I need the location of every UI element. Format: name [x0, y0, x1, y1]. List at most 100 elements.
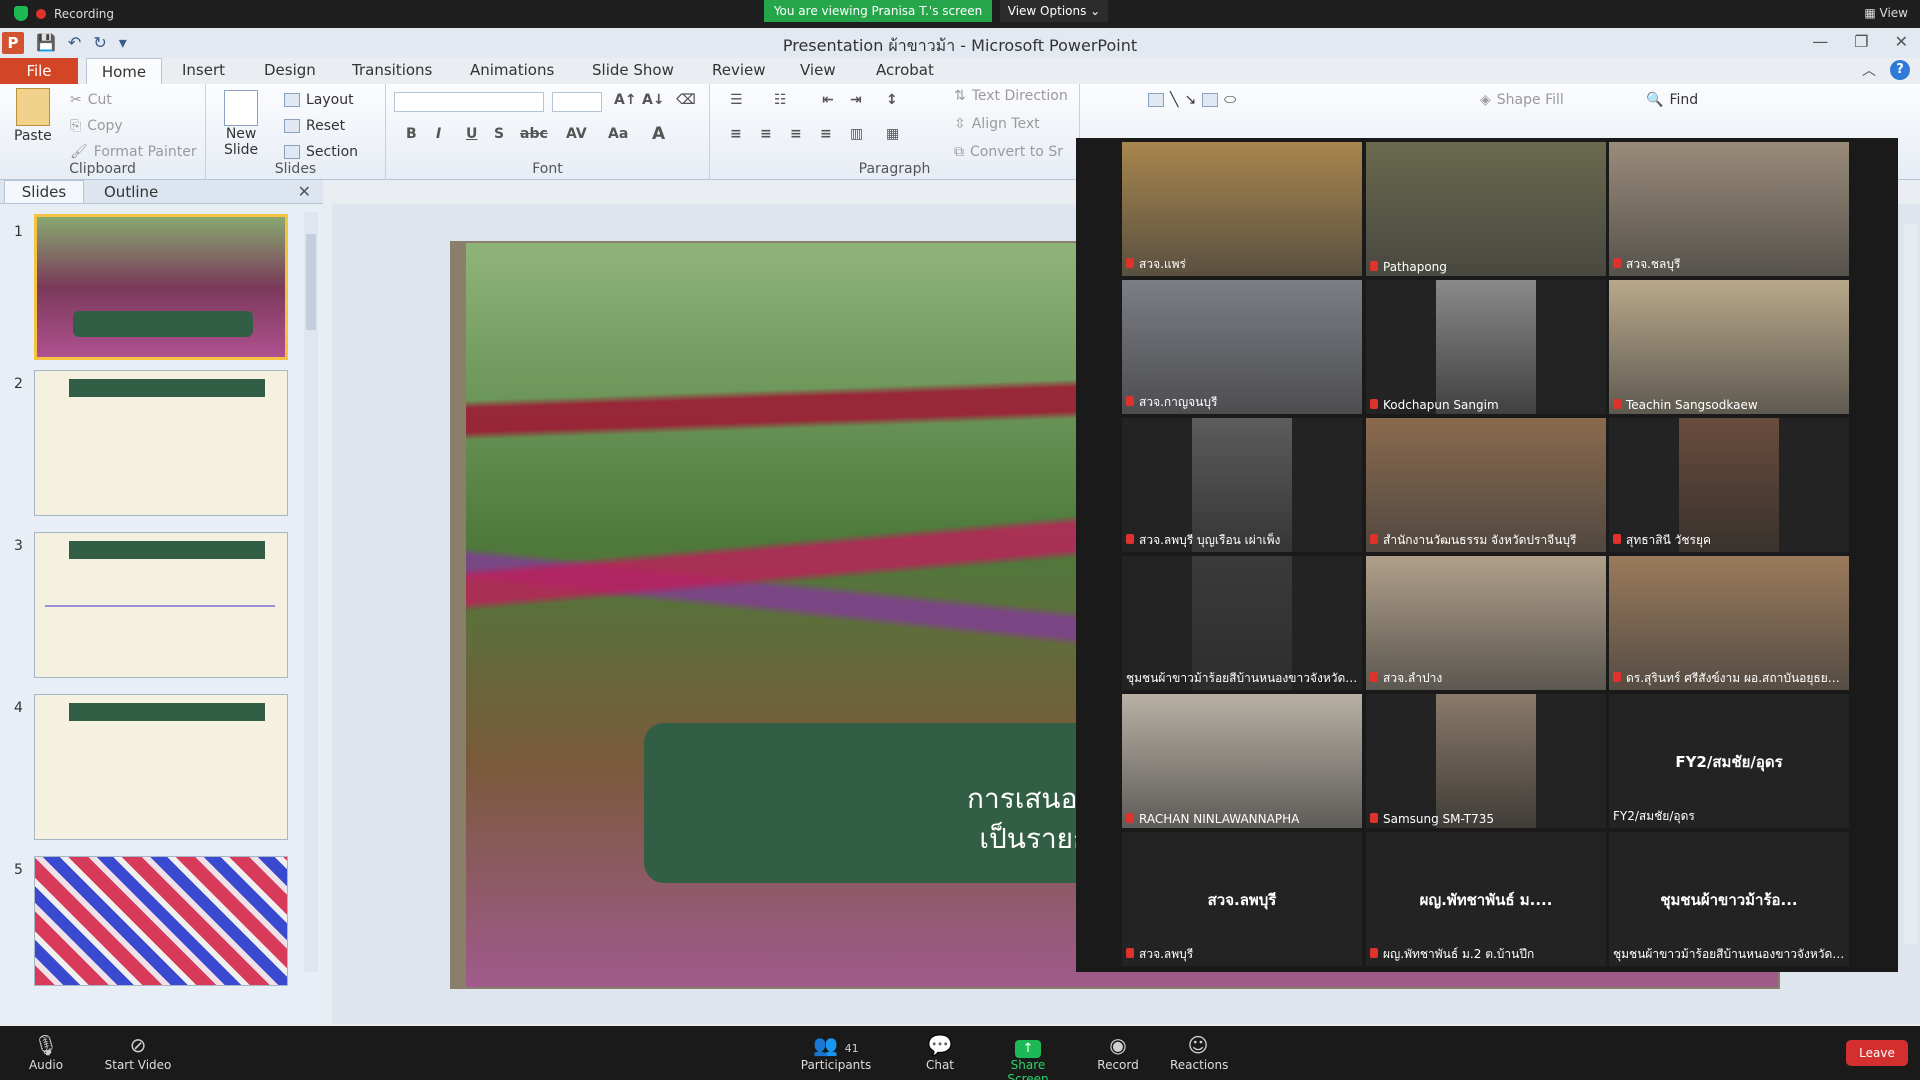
tab-animations[interactable]: Animations — [470, 61, 554, 79]
participant-tile[interactable]: Pathapong — [1366, 142, 1606, 276]
tab-slides[interactable]: Slides — [4, 180, 84, 204]
format-painter-button[interactable]: 🖌 Format Painter — [70, 144, 197, 160]
tab-design[interactable]: Design — [264, 61, 316, 79]
align-left-icon[interactable]: ≡ — [730, 126, 742, 142]
slide-vertical-scrollbar[interactable] — [1904, 224, 1918, 944]
align-right-icon[interactable]: ≡ — [790, 126, 802, 142]
participant-name: Teachin Sangsodkaew — [1626, 398, 1758, 412]
audio-button[interactable]: 🎙 Audio — [24, 1032, 68, 1072]
close-pane-icon[interactable]: ✕ — [298, 182, 311, 201]
tab-insert[interactable]: Insert — [182, 61, 225, 79]
slides-pane-scrollbar[interactable] — [304, 212, 318, 972]
participant-tile[interactable]: ดร.สุรินทร์ ศรีสังข์งาม ผอ.สถาบันอยุธยาศ… — [1609, 556, 1849, 690]
convert-smartart-button[interactable]: ⧉ Convert to Sr — [954, 144, 1063, 160]
view-options-button[interactable]: View Options ⌄ — [1000, 0, 1108, 22]
participant-tile[interactable]: สุทธาสินี วัชรยุค — [1609, 418, 1849, 552]
scrollbar-thumb[interactable] — [306, 234, 316, 330]
restore-icon[interactable]: ❐ — [1854, 32, 1868, 51]
participant-tile[interactable]: สวจ.ลพบุรี สวจ.ลพบุรี — [1122, 832, 1362, 966]
tab-transitions[interactable]: Transitions — [352, 61, 432, 79]
view-button[interactable]: ▦ View — [1864, 6, 1908, 20]
tab-view[interactable]: View — [800, 61, 836, 79]
paste-button[interactable]: Paste — [14, 88, 52, 144]
section-button[interactable]: Section — [284, 144, 358, 160]
participant-tile[interactable]: สวจ.แพร่ — [1122, 142, 1362, 276]
reset-button[interactable]: Reset — [284, 118, 345, 134]
layout-button[interactable]: Layout — [284, 92, 354, 108]
font-size-combo[interactable] — [552, 92, 602, 112]
slide-thumbnail-4[interactable] — [34, 694, 288, 840]
participant-tile[interactable]: Teachin Sangsodkaew — [1609, 280, 1849, 414]
tab-outline[interactable]: Outline — [104, 183, 158, 201]
justify-icon[interactable]: ≡ — [820, 126, 832, 142]
change-case-icon[interactable]: Aa — [608, 126, 628, 142]
participant-tile[interactable]: สวจ.ลพบุรี บุญเรือน เผ่าเพ็ง — [1122, 418, 1362, 552]
slide-thumbnail-3[interactable] — [34, 532, 288, 678]
participant-name-label: ชุมชนผ้าขาวม้าร้อยสีบ้านหนองขาวจังหวัดกา… — [1613, 945, 1845, 964]
strikethrough-icon[interactable]: abc — [520, 126, 548, 142]
record-button[interactable]: ◉ Record — [1096, 1032, 1140, 1072]
shrink-font-icon[interactable]: A↓ — [642, 92, 665, 108]
tab-file[interactable]: File — [0, 58, 78, 84]
shapes-gallery[interactable]: ╲ ↘ ⬭ — [1148, 92, 1236, 108]
text-direction-button[interactable]: ⇅ Text Direction — [954, 88, 1068, 104]
grow-font-icon[interactable]: A↑ — [614, 92, 637, 108]
minimize-icon[interactable]: — — [1812, 32, 1828, 51]
recording-label: Recording — [54, 6, 115, 21]
decrease-indent-icon[interactable]: ⇤ — [822, 92, 834, 108]
participant-tile[interactable]: Samsung SM-T735 — [1366, 694, 1606, 828]
italic-icon[interactable]: I — [436, 126, 441, 142]
help-icon[interactable]: ? — [1890, 60, 1910, 80]
chat-button[interactable]: 💬 Chat — [920, 1032, 960, 1072]
close-icon[interactable]: ✕ — [1895, 32, 1908, 51]
numbering-icon[interactable]: ☷ — [774, 92, 787, 108]
participant-name-label: สุทธาสินี วัชรยุค — [1613, 531, 1845, 550]
smartart-icon: ⧉ — [954, 144, 964, 160]
font-name-combo[interactable] — [394, 92, 544, 112]
increase-indent-icon[interactable]: ⇥ — [850, 92, 862, 108]
slide-thumbnail-1[interactable] — [34, 214, 288, 360]
cut-button[interactable]: ✂ Cut — [70, 92, 112, 108]
bold-icon[interactable]: B — [406, 126, 417, 142]
shape-fill-button[interactable]: ◈ Shape Fill — [1480, 92, 1564, 108]
tab-slide-show[interactable]: Slide Show — [592, 61, 674, 79]
participant-tile[interactable]: สวจ.ลำปาง — [1366, 556, 1606, 690]
binoculars-icon: 🔍 — [1646, 92, 1664, 108]
reactions-button[interactable]: ☺ Reactions — [1170, 1032, 1228, 1072]
slide-thumbnail-5[interactable] — [34, 856, 288, 986]
slide-thumbnail-2[interactable] — [34, 370, 288, 516]
participant-tile[interactable]: Kodchapun Sangim — [1366, 280, 1606, 414]
shadow-icon[interactable]: S — [494, 126, 504, 142]
tab-acrobat[interactable]: Acrobat — [876, 61, 934, 79]
char-spacing-icon[interactable]: AV — [566, 126, 587, 142]
participant-tile[interactable]: ผญ.พัทชาพันธ์ ม.... ผญ.พัทชาพันธ์ ม.2 ต.บ… — [1366, 832, 1606, 966]
find-button[interactable]: 🔍 Find — [1646, 92, 1698, 108]
participant-tile[interactable]: สำนักงานวัฒนธรรม จังหวัดปราจีนบุรี — [1366, 418, 1606, 552]
participant-tile[interactable]: สวจ.ชลบุรี — [1609, 142, 1849, 276]
text-box-columns-icon[interactable]: ▦ — [886, 126, 899, 142]
clear-formatting-icon[interactable]: ⌫ — [676, 92, 696, 108]
participant-tile[interactable]: ชุมชนผ้าขาวม้าร้อยสีบ้านหนองขาวจังหวัดกา… — [1122, 556, 1362, 690]
tab-home[interactable]: Home — [86, 58, 162, 86]
participant-tile[interactable]: ชุมชนผ้าขาวม้าร้อ... ชุมชนผ้าขาวม้าร้อยสี… — [1609, 832, 1849, 966]
start-video-button[interactable]: ⊘ Start Video — [98, 1032, 178, 1072]
font-color-icon[interactable]: A — [652, 124, 665, 144]
participant-tile[interactable]: สวจ.กาญจนบุรี — [1122, 280, 1362, 414]
participant-tile[interactable]: FY2/สมชัย/อุดร FY2/สมชัย/อุดร — [1609, 694, 1849, 828]
tab-review[interactable]: Review — [712, 61, 766, 79]
line-spacing-icon[interactable]: ↕ — [886, 92, 898, 108]
copy-button[interactable]: ⎘ Copy — [70, 118, 123, 134]
collapse-ribbon-icon[interactable]: ︿ — [1862, 60, 1876, 80]
bullets-icon[interactable]: ☰ — [730, 92, 743, 108]
share-screen-button[interactable]: ↑ Share Screen — [990, 1032, 1066, 1080]
underline-icon[interactable]: U — [466, 126, 477, 142]
align-center-icon[interactable]: ≡ — [760, 126, 772, 142]
participants-button[interactable]: 👥 41 Participants — [796, 1032, 876, 1072]
columns-icon[interactable]: ▥ — [850, 126, 863, 142]
align-text-button[interactable]: ⇳ Align Text — [954, 116, 1040, 132]
leave-button[interactable]: Leave — [1846, 1040, 1908, 1066]
new-slide-button[interactable]: New Slide — [224, 90, 258, 158]
participant-name-label: Pathapong — [1370, 260, 1602, 274]
participant-tile[interactable]: RACHAN NINLAWANNAPHA — [1122, 694, 1362, 828]
muted-mic-icon — [1613, 534, 1621, 544]
